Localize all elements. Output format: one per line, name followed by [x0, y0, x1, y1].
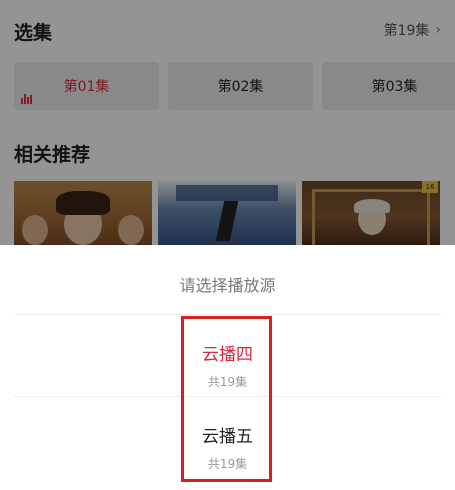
divider: [14, 314, 441, 315]
sheet-title: 请选择播放源: [179, 276, 276, 295]
highlight-box: [181, 316, 272, 482]
